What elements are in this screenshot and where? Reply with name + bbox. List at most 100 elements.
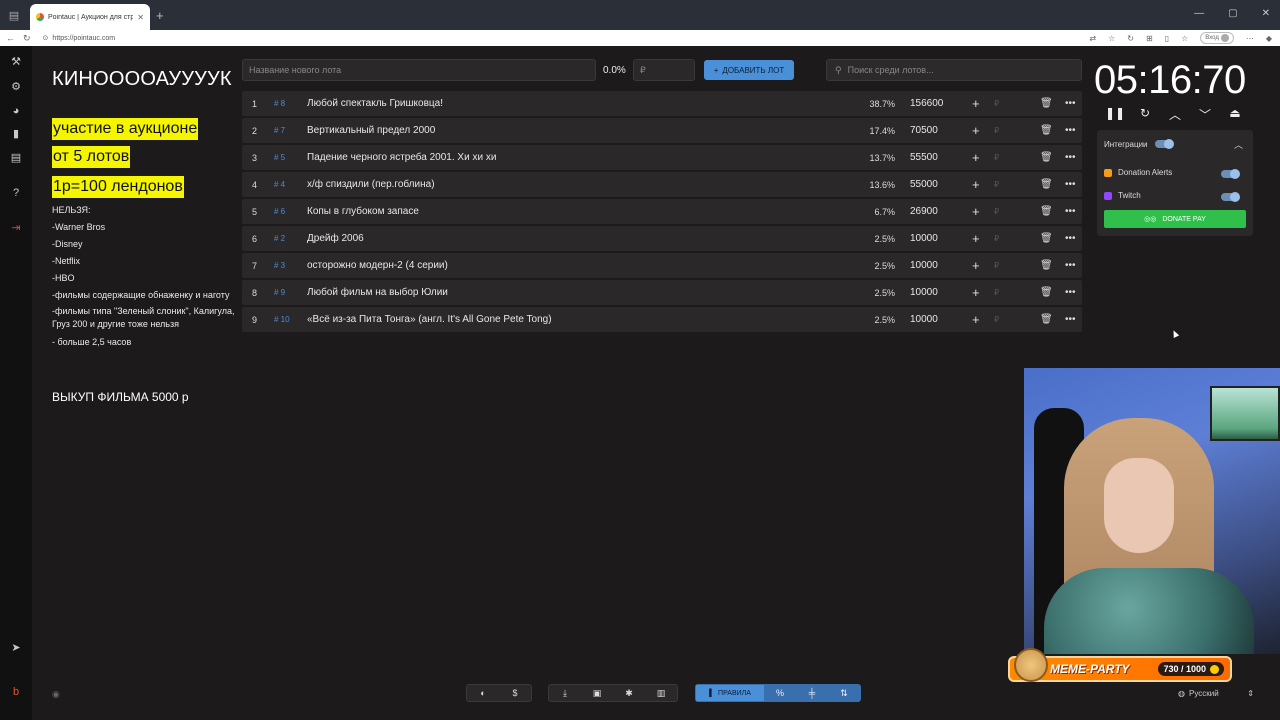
bookmark-star-icon[interactable]: ☆	[1108, 34, 1115, 43]
delete-icon[interactable]: 🗑	[1040, 91, 1053, 116]
lot-name[interactable]: Копы в глубоком запасе	[307, 199, 419, 224]
lot-name[interactable]: Любой фильм на выбор Юлии	[307, 280, 448, 305]
gavel-icon[interactable]: ⚒	[10, 56, 22, 68]
lot-amount[interactable]: 10000	[910, 280, 938, 305]
refresh-ext-icon[interactable]: ↻	[1127, 34, 1134, 43]
reload-icon[interactable]: ↻	[23, 33, 31, 44]
language-select[interactable]: ◍ Русский ⇕	[1172, 685, 1260, 701]
lot-row[interactable]: 5 # 6 Копы в глубоком запасе 6.7% 26900 + ₽ 🗑 ••…	[242, 199, 1082, 224]
minimize-icon[interactable]: —	[1194, 8, 1204, 19]
rules-button[interactable]: ▌ ПРАВИЛА	[696, 685, 764, 701]
delete-icon[interactable]: 🗑	[1040, 226, 1053, 251]
github-icon[interactable]: ◐	[467, 685, 499, 701]
copilot-icon[interactable]: ◆	[1266, 34, 1272, 43]
favorites-icon[interactable]: ☆	[1181, 34, 1188, 43]
wheel-icon[interactable]: ◕	[10, 105, 22, 117]
add-amount-icon[interactable]: +	[972, 253, 980, 278]
lot-currency[interactable]: ₽	[994, 280, 999, 305]
logout-icon[interactable]: ⇥	[10, 222, 22, 234]
donation-alerts-toggle[interactable]	[1221, 169, 1240, 179]
telegram-icon[interactable]: ➤	[10, 642, 22, 654]
add-amount-icon[interactable]: +	[972, 118, 980, 143]
add-amount-icon[interactable]: +	[972, 145, 980, 170]
boosty-icon[interactable]: b	[10, 686, 22, 698]
dollar-icon[interactable]: $	[499, 685, 531, 701]
new-tab-icon[interactable]: +	[156, 8, 164, 23]
lot-amount[interactable]: 10000	[910, 226, 938, 251]
extensions-icon[interactable]: ⊞	[1146, 34, 1153, 43]
lot-currency[interactable]: ₽	[994, 307, 999, 332]
tab-menu-icon[interactable]: ▤	[4, 5, 24, 25]
lot-amount[interactable]: 70500	[910, 118, 938, 143]
site-info-icon[interactable]: ⊙	[43, 34, 49, 42]
url-field[interactable]: ⊙ https://pointauc.com	[43, 34, 116, 43]
delete-icon[interactable]: 🗑	[1040, 280, 1053, 305]
add-amount-icon[interactable]: +	[972, 199, 980, 224]
new-lot-name-input[interactable]: Название нового лота	[242, 59, 596, 81]
more-options-icon[interactable]: •••	[1065, 199, 1076, 224]
twitch-toggle[interactable]	[1221, 192, 1240, 202]
lot-name[interactable]: х/ф спиздили (пер.гоблина)	[307, 172, 435, 197]
more-options-icon[interactable]: •••	[1065, 91, 1076, 116]
split-icon[interactable]: ▯	[1165, 34, 1169, 43]
more-options-icon[interactable]: •••	[1065, 226, 1076, 251]
delete-icon[interactable]: 🗑	[1040, 145, 1053, 170]
lot-currency[interactable]: ₽	[994, 172, 999, 197]
lot-row[interactable]: 8 # 9 Любой фильм на выбор Юлии 2.5% 10000 + ₽…	[242, 280, 1082, 305]
translate-icon[interactable]: ⇄	[1089, 34, 1096, 43]
lot-amount[interactable]: 55500	[910, 145, 938, 170]
lot-currency[interactable]: ₽	[994, 91, 999, 116]
pause-icon[interactable]: ❚❚	[1105, 106, 1125, 123]
lot-amount[interactable]: 10000	[910, 307, 938, 332]
lot-row[interactable]: 6 # 2 Дрейф 2006 2.5% 10000 + ₽ 🗑 •••	[242, 226, 1082, 251]
lot-currency[interactable]: ₽	[994, 199, 999, 224]
delete-icon[interactable]: 🗑	[1040, 172, 1053, 197]
lot-amount[interactable]: 156600	[910, 91, 943, 116]
add-amount-icon[interactable]: +	[972, 226, 980, 251]
save-icon[interactable]: ▣	[581, 685, 613, 701]
delete-icon[interactable]: 🗑	[1040, 118, 1053, 143]
add-amount-icon[interactable]: +	[972, 172, 980, 197]
split-view-icon[interactable]: ╪	[796, 685, 828, 701]
more-options-icon[interactable]: •••	[1065, 172, 1076, 197]
eject-icon[interactable]: ⏏	[1228, 106, 1242, 123]
lot-row[interactable]: 9 # 10 «Всё из-за Пита Тонга» (англ. It's …	[242, 307, 1082, 332]
download-icon[interactable]: ⤓	[549, 685, 581, 701]
lot-name[interactable]: Вертикальный предел 2000	[307, 118, 435, 143]
login-button[interactable]: Вход	[1200, 32, 1234, 44]
add-amount-icon[interactable]: +	[972, 307, 980, 332]
delete-icon[interactable]: 🗑	[1040, 307, 1053, 332]
lot-name[interactable]: Дрейф 2006	[307, 226, 364, 251]
close-window-icon[interactable]: ✕	[1262, 8, 1270, 19]
back-icon[interactable]: ←	[6, 33, 15, 44]
lot-row[interactable]: 7 # 3 осторожно модерн-2 (4 серии) 2.5% 1000…	[242, 253, 1082, 278]
chevron-up-icon[interactable]: ︿	[1234, 138, 1243, 151]
more-options-icon[interactable]: •••	[1065, 280, 1076, 305]
bug-icon[interactable]: ✱	[613, 685, 645, 701]
lot-search-input[interactable]: ⚲ Поиск среди лотов...	[826, 59, 1082, 81]
add-amount-icon[interactable]: +	[972, 280, 980, 305]
lot-name[interactable]: Любой спектакль Гришковца!	[307, 91, 443, 116]
integrations-toggle[interactable]	[1155, 139, 1174, 149]
percent-icon[interactable]: %	[764, 685, 796, 701]
donate-pay-button[interactable]: ◎◎ DONATE PAY	[1104, 210, 1246, 228]
eye-icon[interactable]: ◉	[52, 689, 60, 700]
more-options-icon[interactable]: •••	[1065, 145, 1076, 170]
browser-tab[interactable]: Pointauc | Аукцион для стриме... ✕	[30, 4, 150, 30]
chevron-down-icon[interactable]: ﹀	[1198, 106, 1212, 123]
settings-gear-icon[interactable]: ⚙	[10, 81, 22, 93]
lot-name[interactable]: Падение черного ястреба 2001. Хи хи хи	[307, 145, 496, 170]
lot-name[interactable]: осторожно модерн-2 (4 серии)	[307, 253, 448, 278]
reset-icon[interactable]: ↻	[1138, 106, 1152, 123]
help-icon[interactable]: ?	[10, 187, 22, 199]
lot-amount[interactable]: 26900	[910, 199, 938, 224]
clear-icon[interactable]: ▥	[645, 685, 677, 701]
new-lot-amount-input[interactable]: ₽	[633, 59, 695, 81]
lot-amount[interactable]: 10000	[910, 253, 938, 278]
browser-menu-icon[interactable]: ⋯	[1246, 34, 1254, 43]
lot-amount[interactable]: 55000	[910, 172, 938, 197]
more-options-icon[interactable]: •••	[1065, 253, 1076, 278]
stats-icon[interactable]: ▮	[10, 128, 22, 140]
lot-currency[interactable]: ₽	[994, 226, 999, 251]
delete-icon[interactable]: 🗑	[1040, 199, 1053, 224]
